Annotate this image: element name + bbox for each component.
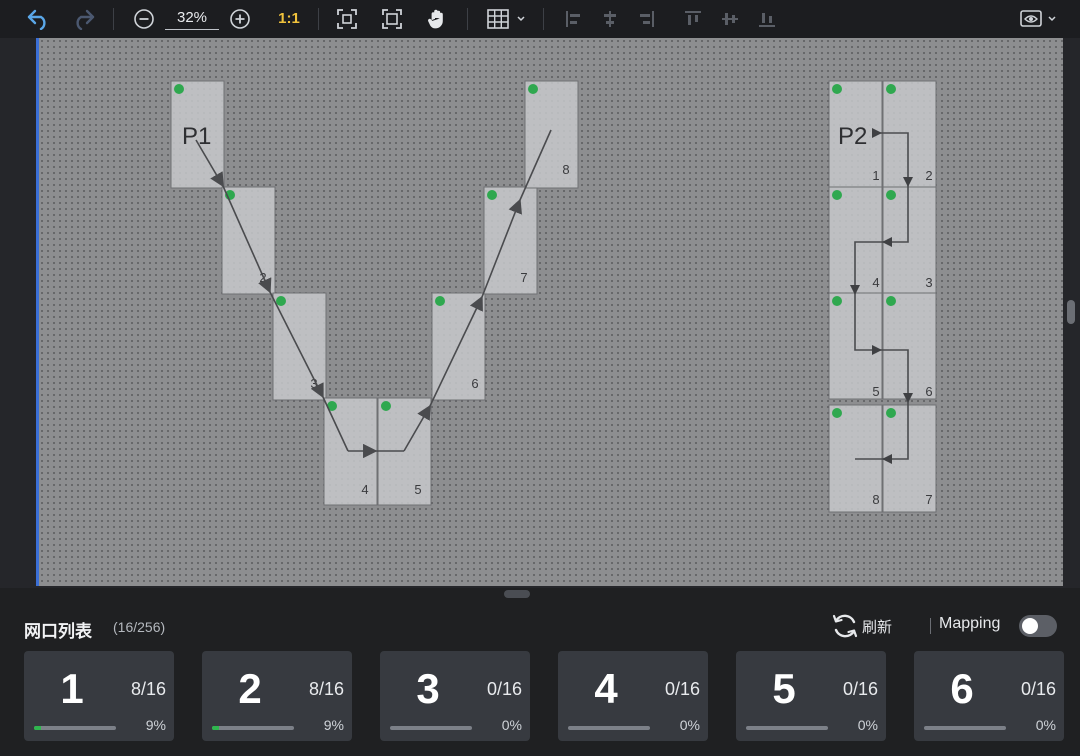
p1-cell-3 [272, 292, 327, 401]
port-progress-bar [924, 726, 1006, 730]
status-dot-icon [174, 84, 184, 94]
cell-number: 2 [925, 168, 932, 183]
align-right-icon[interactable] [634, 5, 658, 33]
p1-cell-7 [483, 186, 538, 295]
port-ratio: 0/16 [1020, 679, 1056, 699]
port-ratio: 8/16 [130, 679, 166, 699]
refresh-icon [832, 614, 858, 638]
panel-count: (16/256) [113, 619, 166, 635]
status-dot-icon [528, 84, 538, 94]
port-card-6[interactable]: 6 0/16 0% [914, 651, 1064, 741]
redo-icon[interactable] [68, 5, 98, 33]
port-number: 3 [416, 665, 440, 712]
port-percent: 0% [857, 717, 878, 733]
status-dot-icon [886, 408, 896, 418]
align-left-icon[interactable] [562, 5, 586, 33]
panel-title: 网口列表 [24, 622, 92, 641]
port-number: 5 [772, 665, 796, 712]
cell-number: 4 [872, 275, 879, 290]
port-progress-bar [212, 726, 294, 730]
port-percent: 9% [323, 717, 344, 733]
port-progress-bar [34, 726, 116, 730]
canvas-area: 2345678P112345678P2 [0, 38, 1080, 588]
status-dot-icon [435, 296, 445, 306]
port-ratio: 0/16 [664, 679, 700, 699]
cell-number: 3 [925, 275, 932, 290]
port-ratio: 8/16 [308, 679, 344, 699]
align-top-icon[interactable] [681, 5, 705, 33]
port-progress-bar [746, 726, 828, 730]
status-dot-icon [832, 296, 842, 306]
toggle-knob [1022, 618, 1038, 634]
group-label-p1: P1 [182, 123, 211, 150]
ratio-button[interactable]: 1:1 [272, 8, 306, 30]
port-number: 4 [594, 665, 618, 712]
port-progress-bar [390, 726, 472, 730]
grid-icon[interactable] [484, 5, 528, 33]
cell-number: 6 [471, 376, 478, 391]
align-bottom-icon[interactable] [755, 5, 779, 33]
port-number: 6 [950, 665, 974, 712]
cell-number: 5 [414, 482, 421, 497]
port-percent: 0% [1035, 717, 1056, 733]
cell-number: 8 [872, 492, 879, 507]
cell-number: 1 [872, 168, 879, 183]
status-dot-icon [886, 84, 896, 94]
status-dot-icon [886, 296, 896, 306]
layout-canvas[interactable]: 2345678P112345678P2 [36, 38, 1063, 586]
port-list-panel: 网口列表 (16/256) 刷新 Mapping 1 8/16 9% 2 8/16 9% 3… [0, 600, 1080, 756]
cell-number: 5 [872, 384, 879, 399]
port-number: 1 [60, 665, 84, 712]
port-progress-bar [568, 726, 650, 730]
toolbar: 32% 1:1 [0, 0, 1080, 38]
port-ratio: 0/16 [486, 679, 522, 699]
status-dot-icon [832, 190, 842, 200]
align-middle-icon[interactable] [718, 5, 742, 33]
mapping-toggle[interactable] [1019, 615, 1057, 637]
group-label-p2: P2 [838, 123, 867, 150]
port-ratio: 0/16 [842, 679, 878, 699]
port-number: 2 [238, 665, 262, 712]
port-percent: 0% [501, 717, 522, 733]
refresh-label: 刷新 [862, 618, 893, 636]
view-icon[interactable] [1016, 5, 1060, 33]
status-dot-icon [487, 190, 497, 200]
vertical-scrollbar[interactable] [1067, 300, 1075, 324]
hand-icon[interactable] [423, 5, 451, 33]
port-percent: 0% [679, 717, 700, 733]
status-dot-icon [276, 296, 286, 306]
cell-number: 7 [925, 492, 932, 507]
port-card-1[interactable]: 1 8/16 9% [24, 651, 174, 741]
port-card-4[interactable]: 4 0/16 0% [558, 651, 708, 741]
mapping-label: Mapping [939, 615, 1001, 632]
zoom-in-icon[interactable] [226, 5, 254, 33]
zoom-value[interactable]: 32% [165, 8, 219, 30]
zoom-out-icon[interactable] [130, 5, 158, 33]
undo-icon[interactable] [24, 5, 54, 33]
panel-resize-handle[interactable] [504, 590, 530, 598]
port-diagram[interactable]: 2345678P112345678P2 [39, 38, 1063, 586]
status-dot-icon [886, 190, 896, 200]
cell-number: 6 [925, 384, 932, 399]
port-percent: 9% [145, 717, 166, 733]
align-center-icon[interactable] [598, 5, 622, 33]
fit-screen-icon[interactable] [333, 5, 361, 33]
status-dot-icon [832, 84, 842, 94]
cell-number: 4 [361, 482, 368, 497]
status-dot-icon [381, 401, 391, 411]
frame-icon[interactable] [378, 5, 406, 33]
port-card-3[interactable]: 3 0/16 0% [380, 651, 530, 741]
cell-number: 8 [562, 162, 569, 177]
status-dot-icon [832, 408, 842, 418]
port-card-2[interactable]: 2 8/16 9% [202, 651, 352, 741]
cell-number: 7 [520, 270, 527, 285]
port-card-5[interactable]: 5 0/16 0% [736, 651, 886, 741]
refresh-button[interactable]: 刷新 [830, 613, 892, 639]
